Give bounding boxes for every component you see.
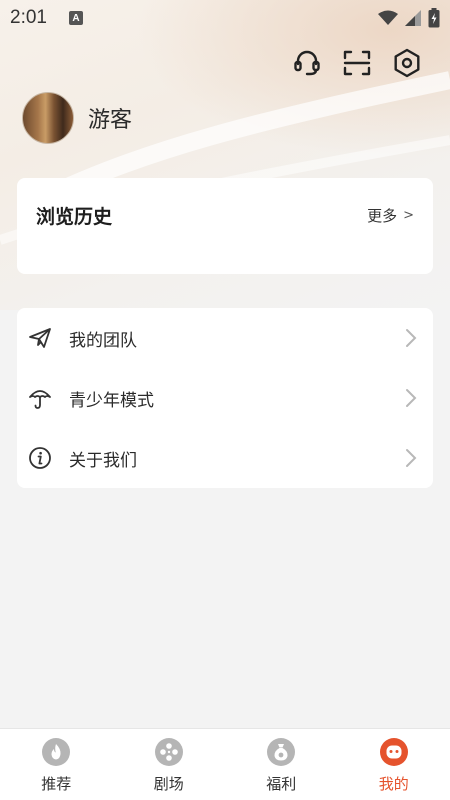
- settings-hex-icon: [394, 48, 420, 78]
- chevron-right-icon: [403, 327, 419, 349]
- tab-recommend[interactable]: 推荐: [0, 729, 113, 800]
- settings-button[interactable]: [392, 48, 422, 78]
- tab-label: 福利: [266, 775, 297, 793]
- customer-service-button[interactable]: [292, 48, 322, 78]
- notification-a-icon: A: [68, 11, 83, 25]
- profile-header[interactable]: 游客: [22, 92, 132, 144]
- tab-mine[interactable]: 我的: [338, 729, 450, 800]
- signal-icon: [405, 10, 421, 26]
- avatar[interactable]: [22, 92, 74, 144]
- status-bar: 2:01 A: [0, 0, 450, 36]
- tab-label: 剧场: [153, 775, 184, 793]
- chevron-right-icon: [403, 387, 419, 409]
- menu-item-teen-mode[interactable]: 青少年模式: [17, 368, 433, 428]
- tab-welfare[interactable]: 福利: [225, 729, 338, 800]
- browse-history-title: 浏览历史: [36, 206, 113, 228]
- menu-item-label: 关于我们: [69, 450, 137, 471]
- status-time: 2:01: [10, 7, 47, 28]
- battery-icon: [428, 8, 440, 28]
- headset-icon: [294, 50, 320, 76]
- chevron-right-icon: [403, 447, 419, 469]
- status-indicators: [378, 8, 440, 28]
- menu-item-my-team[interactable]: 我的团队: [17, 308, 433, 368]
- menu-list: 我的团队 青少年模式 关于我们: [17, 308, 433, 488]
- tab-theater[interactable]: 剧场: [113, 729, 226, 800]
- gift-bag-icon: [266, 737, 296, 767]
- paper-plane-icon: [27, 325, 53, 351]
- menu-item-about-us[interactable]: 关于我们: [17, 428, 433, 488]
- wifi-icon: [378, 10, 398, 25]
- top-action-bar: [292, 48, 422, 78]
- tab-label: 推荐: [41, 775, 72, 793]
- browse-history-card: 浏览历史 更多 >: [17, 178, 433, 274]
- scan-button[interactable]: [342, 48, 372, 78]
- history-more-link[interactable]: 更多 >: [367, 205, 414, 226]
- scan-icon: [343, 50, 371, 76]
- bottom-navigation: 推荐 剧场 福利 我的: [0, 728, 450, 800]
- chevron-right-icon: >: [403, 208, 414, 223]
- umbrella-icon: [27, 385, 53, 411]
- info-icon: [27, 445, 53, 471]
- tab-label: 我的: [378, 775, 409, 793]
- flame-icon: [41, 737, 71, 767]
- username: 游客: [88, 108, 133, 133]
- film-reel-icon: [154, 737, 184, 767]
- menu-item-label: 青少年模式: [69, 390, 154, 411]
- menu-item-label: 我的团队: [69, 330, 137, 351]
- profile-face-icon: [379, 737, 409, 767]
- history-more-label: 更多: [367, 207, 398, 225]
